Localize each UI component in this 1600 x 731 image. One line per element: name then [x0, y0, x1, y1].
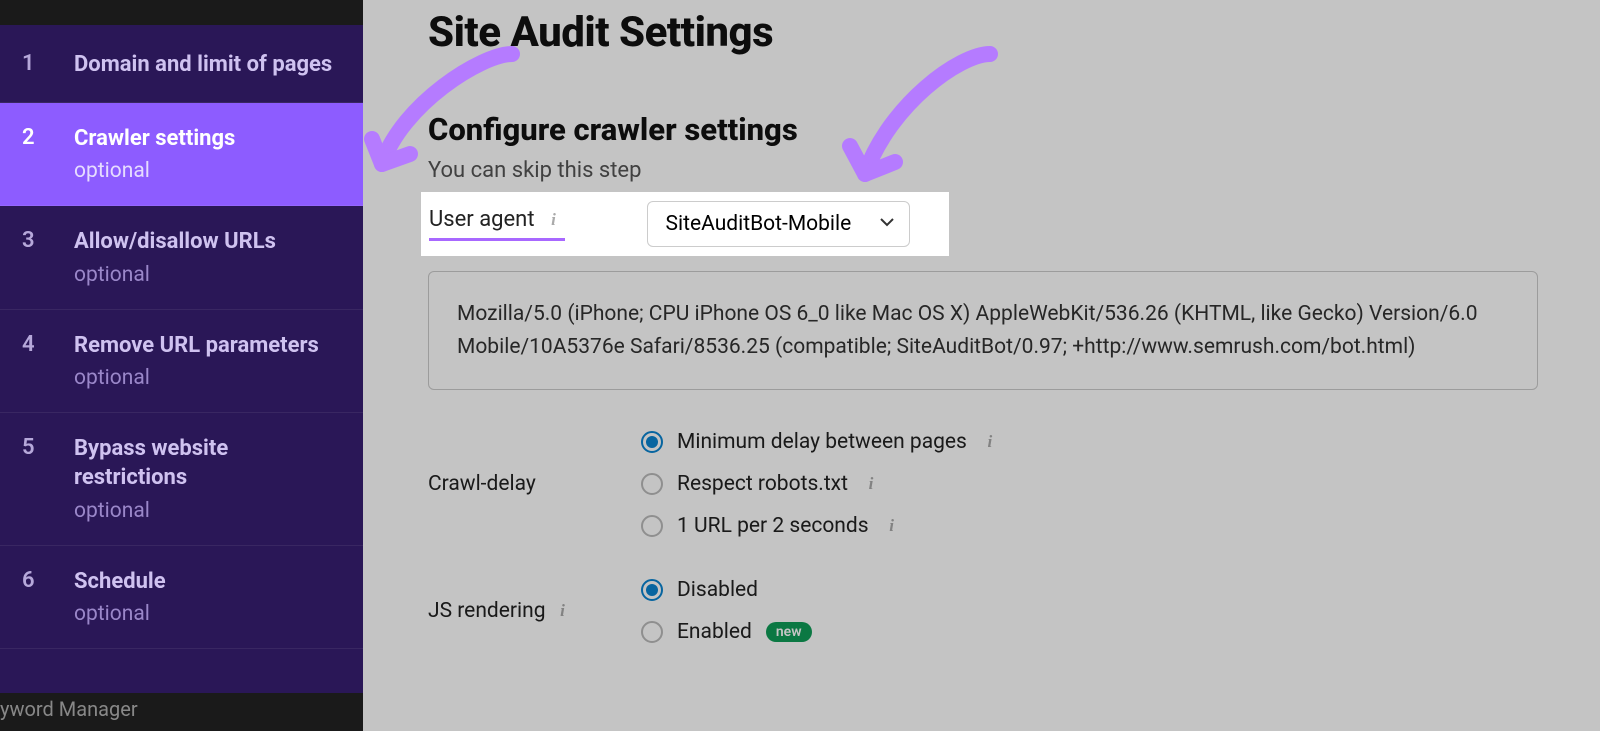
sidebar-item-bypass-restrictions[interactable]: 5 Bypass website restrictions optional [0, 413, 363, 545]
step-number: 1 [22, 51, 74, 80]
step-title: Allow/disallow URLs [74, 228, 276, 257]
step-optional: optional [74, 499, 341, 523]
info-icon[interactable]: i [545, 211, 563, 229]
sidebar-item-remove-url-params[interactable]: 4 Remove URL parameters optional [0, 310, 363, 414]
crawl-delay-options: Minimum delay between pages i Respect ro… [641, 430, 999, 538]
info-icon[interactable]: i [883, 517, 901, 535]
info-icon[interactable]: i [862, 475, 880, 493]
step-number: 4 [22, 332, 74, 391]
select-value: SiteAuditBot-Mobile [666, 212, 852, 236]
sidebar-item-allow-disallow[interactable]: 3 Allow/disallow URLs optional [0, 206, 363, 310]
section-title: Configure crawler settings [428, 111, 1600, 148]
step-number: 2 [22, 125, 74, 184]
chevron-down-icon [879, 212, 895, 236]
step-title: Domain and limit of pages [74, 51, 332, 80]
user-agent-highlight: User agent i SiteAuditBot-Mobile [421, 192, 949, 256]
step-title: Bypass website restrictions [74, 435, 341, 492]
step-optional: optional [74, 159, 235, 183]
radio-1url-2sec[interactable] [641, 515, 663, 537]
section-subtitle: You can skip this step [428, 158, 1600, 183]
radio-min-delay[interactable] [641, 431, 663, 453]
step-optional: optional [74, 602, 166, 626]
sidebar-item-crawler-settings[interactable]: 2 Crawler settings optional [0, 103, 363, 207]
step-optional: optional [74, 263, 276, 287]
sidebar-item-schedule[interactable]: 6 Schedule optional [0, 546, 363, 650]
step-title: Remove URL parameters [74, 332, 319, 361]
user-agent-select[interactable]: SiteAuditBot-Mobile [647, 201, 911, 247]
js-rendering-label: JS rendering i [428, 599, 641, 623]
page-title: Site Audit Settings [428, 8, 1600, 57]
radio-respect-robots[interactable] [641, 473, 663, 495]
new-badge: new [766, 622, 812, 642]
background-menu-fragment: yword Manager [0, 693, 363, 731]
user-agent-label: User agent i [429, 207, 565, 241]
info-icon[interactable]: i [981, 433, 999, 451]
info-icon[interactable]: i [554, 602, 572, 620]
radio-label: Disabled [677, 578, 758, 602]
radio-js-disabled[interactable] [641, 579, 663, 601]
step-optional: optional [74, 366, 319, 390]
sidebar-item-domain-limit[interactable]: 1 Domain and limit of pages [0, 25, 363, 103]
step-number: 5 [22, 435, 74, 522]
radio-js-enabled[interactable] [641, 621, 663, 643]
main-content: Site Audit Settings Configure crawler se… [363, 0, 1600, 731]
radio-label: Minimum delay between pages [677, 430, 967, 454]
radio-label: Respect robots.txt [677, 472, 848, 496]
js-rendering-options: Disabled Enabled new [641, 578, 812, 644]
step-number: 6 [22, 568, 74, 627]
step-title: Schedule [74, 568, 166, 597]
crawl-delay-label: Crawl-delay [428, 472, 641, 496]
step-title: Crawler settings [74, 125, 235, 154]
step-number: 3 [22, 228, 74, 287]
radio-label: Enabled [677, 620, 752, 644]
user-agent-string-box: Mozilla/5.0 (iPhone; CPU iPhone OS 6_0 l… [428, 271, 1538, 390]
radio-label: 1 URL per 2 seconds [677, 514, 869, 538]
wizard-sidebar: 1 Domain and limit of pages 2 Crawler se… [0, 25, 363, 731]
